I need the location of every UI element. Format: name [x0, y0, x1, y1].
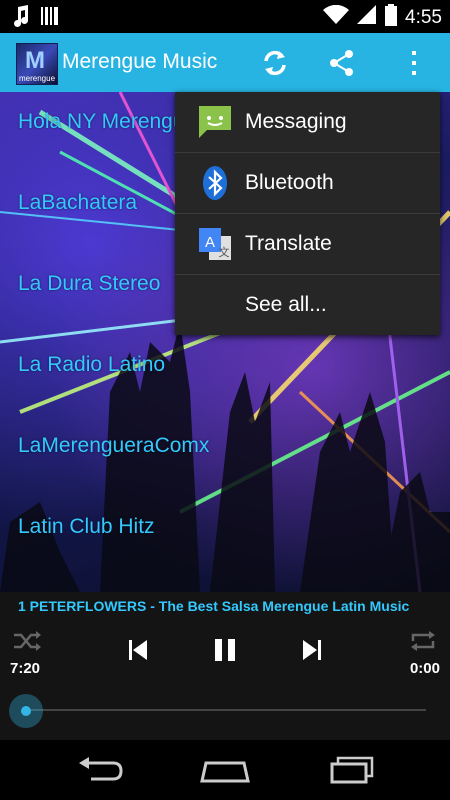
- seek-thumb[interactable]: [9, 694, 43, 728]
- total-time: 0:00: [409, 660, 440, 677]
- station-label: Latin Club Hitz: [18, 515, 155, 538]
- menu-item-translate[interactable]: A 文 Translate: [175, 214, 440, 275]
- pause-icon: [215, 639, 235, 661]
- elapsed-time: 7:20: [10, 660, 41, 677]
- menu-item-label: See all...: [245, 293, 327, 316]
- now-playing-title: 1 PETERFLOWERS - The Best Salsa Merengue…: [18, 598, 410, 614]
- station-label: LaBachatera: [18, 191, 138, 214]
- shuffle-icon: [14, 631, 41, 651]
- battery-icon: [385, 4, 398, 31]
- station-item[interactable]: Latin Club Hitz: [0, 497, 450, 557]
- next-button[interactable]: [296, 635, 328, 665]
- overflow-menu-button[interactable]: [394, 43, 434, 83]
- recent-apps-icon: [330, 756, 374, 784]
- station-label: LaMerengueraComx: [18, 434, 210, 457]
- status-bar: 4:55: [0, 0, 450, 33]
- refresh-icon: [264, 50, 286, 76]
- station-item[interactable]: La Radio Latino: [0, 335, 450, 395]
- menu-item-label: Messaging: [245, 110, 347, 133]
- share-popup-menu: Messaging Bluetooth A 文 Translate See al…: [175, 92, 440, 335]
- refresh-button[interactable]: [255, 43, 295, 83]
- shuffle-button[interactable]: [10, 628, 44, 654]
- svg-text:A: A: [205, 234, 215, 251]
- menu-item-messaging[interactable]: Messaging: [175, 92, 440, 153]
- home-button[interactable]: [195, 754, 255, 786]
- repeat-icon: [411, 631, 435, 651]
- share-button[interactable]: [322, 43, 362, 83]
- previous-icon: [129, 640, 147, 660]
- home-icon: [200, 761, 250, 783]
- recent-apps-button[interactable]: [322, 754, 382, 786]
- svg-text:文: 文: [219, 245, 230, 259]
- menu-item-see-all[interactable]: See all...: [175, 275, 440, 335]
- repeat-button[interactable]: [406, 628, 440, 654]
- station-label: La Dura Stereo: [18, 272, 161, 295]
- menu-item-label: Bluetooth: [245, 171, 334, 194]
- logo-mark: M: [25, 47, 45, 74]
- logo-caption: merengue: [19, 74, 56, 83]
- overflow-menu-icon: [412, 51, 416, 75]
- player-panel: 1 PETERFLOWERS - The Best Salsa Merengue…: [0, 592, 450, 740]
- station-label: Hola NY Merengue: [18, 110, 197, 133]
- navigation-bar: [0, 740, 450, 800]
- menu-item-bluetooth[interactable]: Bluetooth: [175, 153, 440, 214]
- menu-item-label: Translate: [245, 232, 332, 255]
- bluetooth-icon: [197, 165, 233, 201]
- share-icon: [330, 50, 353, 76]
- music-note-icon: [12, 5, 30, 32]
- back-icon: [79, 757, 123, 781]
- barcode-icon: [40, 6, 60, 31]
- back-button[interactable]: [70, 754, 130, 786]
- app-title: Merengue Music: [62, 50, 218, 73]
- clock: 4:55: [405, 6, 442, 28]
- pause-button[interactable]: [208, 635, 242, 665]
- messaging-icon: [197, 104, 233, 140]
- app-logo[interactable]: M merengue: [16, 43, 58, 85]
- translate-icon: A 文: [197, 226, 233, 262]
- wifi-icon: [323, 4, 350, 30]
- signal-icon: [357, 5, 377, 30]
- seek-bar[interactable]: [26, 709, 426, 711]
- next-icon: [303, 640, 321, 660]
- station-label: La Radio Latino: [18, 353, 166, 376]
- station-item[interactable]: LaMerengueraComx: [0, 416, 450, 476]
- action-bar: M merengue Merengue Music: [0, 33, 450, 92]
- previous-button[interactable]: [122, 635, 154, 665]
